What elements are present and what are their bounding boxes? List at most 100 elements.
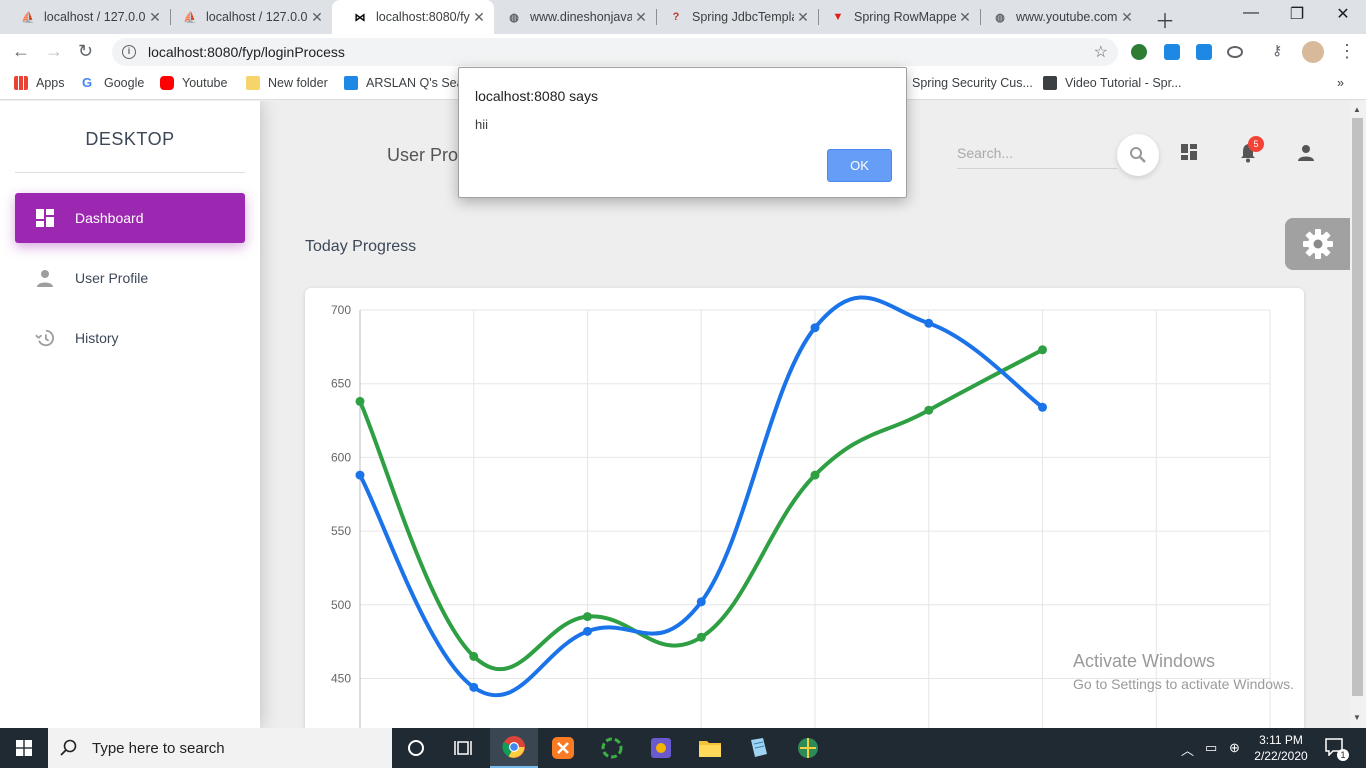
- key-icon[interactable]: ⚷: [1272, 42, 1288, 58]
- tab-title: localhost:8080/fyp: [376, 10, 470, 24]
- bookmark-star-icon[interactable]: ☆: [1094, 42, 1108, 62]
- chrome-taskbar-icon[interactable]: [490, 728, 538, 768]
- browser-toolbar: ← → ↻ i localhost:8080/fyp/loginProcess …: [0, 34, 1366, 70]
- address-bar[interactable]: i localhost:8080/fyp/loginProcess ☆: [112, 38, 1118, 66]
- sidebar-item-dashboard[interactable]: Dashboard: [15, 193, 245, 243]
- back-icon[interactable]: ←: [12, 41, 30, 62]
- dashboard-icon: [35, 208, 55, 228]
- extension-copy-icon[interactable]: [1164, 44, 1180, 60]
- alert-message: hii: [475, 117, 489, 132]
- minimize-icon[interactable]: —: [1236, 4, 1266, 22]
- bookmark-google[interactable]: G Google: [82, 76, 144, 91]
- windows-logo-icon: [16, 740, 32, 756]
- tray-chevron-icon[interactable]: ︿: [1181, 740, 1194, 759]
- data-point: [1038, 345, 1047, 355]
- tab-title: localhost / 127.0.0: [44, 10, 146, 24]
- tab-title: Spring JdbcTempla: [692, 10, 794, 24]
- data-point: [924, 318, 934, 328]
- bookmark-arslan[interactable]: ARSLAN Q's Sear: [344, 76, 468, 90]
- y-tick-label: 650: [331, 377, 351, 391]
- data-point: [469, 682, 479, 692]
- scroll-up-icon[interactable]: ▲: [1353, 105, 1361, 114]
- question-icon: ?: [672, 11, 680, 23]
- dashboard-grid-icon[interactable]: [1178, 141, 1202, 165]
- data-point: [696, 597, 706, 607]
- alert-ok-button[interactable]: OK: [827, 149, 892, 182]
- bookmark-video-tutorial[interactable]: Video Tutorial - Spr...: [1043, 76, 1182, 90]
- history-icon: [35, 328, 55, 348]
- notepad-icon[interactable]: [735, 728, 783, 768]
- restore-icon[interactable]: ❐: [1282, 4, 1312, 24]
- browser-tab[interactable]: ⛵ localhost / 127.0.0 ✕: [0, 0, 170, 34]
- bookmark-youtube[interactable]: Youtube: [160, 76, 227, 90]
- action-center-badge: 1: [1337, 749, 1349, 761]
- watermark-line1: Activate Windows: [1073, 651, 1216, 671]
- cortana-icon[interactable]: [392, 728, 440, 768]
- scroll-down-icon[interactable]: ▼: [1353, 713, 1361, 722]
- data-point: [810, 470, 820, 480]
- bookmark-folder[interactable]: New folder: [246, 76, 328, 90]
- extension-download-icon[interactable]: [1196, 44, 1212, 60]
- close-tab-icon[interactable]: ✕: [308, 9, 326, 26]
- sidebar-item-user-profile[interactable]: User Profile: [15, 253, 245, 303]
- browser-tab-active[interactable]: ⋈ localhost:8080/fyp ✕: [332, 0, 494, 34]
- scroll-thumb[interactable]: [1352, 118, 1363, 696]
- browser-tab[interactable]: ◍ www.dineshonjava ✕: [486, 0, 656, 34]
- alert-dialog: localhost:8080 says hii OK: [458, 67, 907, 198]
- bookmark-apps[interactable]: Apps: [14, 76, 65, 90]
- tab-title: www.dineshonjava: [530, 10, 632, 24]
- game-app-icon[interactable]: [637, 728, 685, 768]
- reload-icon[interactable]: ↻: [78, 41, 93, 62]
- bookmarks-overflow-icon[interactable]: »: [1337, 76, 1344, 90]
- start-button[interactable]: [0, 728, 48, 768]
- y-tick-label: 500: [331, 598, 351, 612]
- data-point: [810, 323, 820, 333]
- profile-avatar[interactable]: [1302, 41, 1324, 63]
- info-icon[interactable]: i: [122, 45, 136, 59]
- search-button[interactable]: [1117, 134, 1159, 176]
- watermark-line2: Go to Settings to activate Windows.: [1073, 676, 1294, 692]
- brand-logo-text[interactable]: DESKTOP: [15, 129, 245, 150]
- close-tab-icon[interactable]: ✕: [1118, 9, 1136, 26]
- bookmark-label: Video Tutorial - Spr...: [1065, 76, 1182, 90]
- data-point: [696, 632, 706, 642]
- browser-tab[interactable]: ◍ www.youtube.com ✕: [972, 0, 1142, 34]
- page-scrollbar[interactable]: ▲ ▼: [1350, 101, 1366, 728]
- account-icon[interactable]: [1294, 141, 1318, 165]
- extension-globe-icon[interactable]: [1131, 44, 1147, 60]
- settings-fixed-plugin[interactable]: [1285, 218, 1351, 270]
- y-tick-label: 450: [331, 672, 351, 686]
- search-input[interactable]: [957, 139, 1117, 167]
- globe-icon: ◍: [509, 11, 519, 24]
- section-title: Today Progress: [305, 238, 417, 255]
- task-view-icon[interactable]: [440, 728, 488, 768]
- close-window-icon[interactable]: ✕: [1328, 4, 1358, 24]
- taskbar-clock[interactable]: 3:11 PM 2/22/2020: [1251, 732, 1311, 764]
- data-point: [469, 651, 479, 661]
- browser-tab[interactable]: ⛵ localhost / 127.0.0 ✕: [162, 0, 332, 34]
- sync-app-icon[interactable]: [588, 728, 636, 768]
- menu-kebab-icon[interactable]: ⋮: [1338, 41, 1356, 62]
- battery-icon[interactable]: ▭: [1205, 740, 1217, 756]
- sidebar-item-label: History: [75, 330, 119, 346]
- new-tab-icon[interactable]: ＋: [1155, 5, 1175, 34]
- extension-eye-icon[interactable]: [1227, 46, 1243, 58]
- page-title: User Prof: [387, 145, 464, 165]
- sidebar-item-history[interactable]: History: [15, 313, 245, 363]
- browser-tab[interactable]: ▼ Spring RowMappe ✕: [810, 0, 980, 34]
- forward-icon[interactable]: →: [45, 41, 63, 62]
- browser-tab[interactable]: ? Spring JdbcTempla ✕: [648, 0, 818, 34]
- data-point: [355, 396, 365, 406]
- bookmark-label: New folder: [268, 76, 328, 90]
- taskbar-search-box[interactable]: Type here to search: [48, 728, 392, 768]
- tab-title: www.youtube.com: [1016, 10, 1118, 24]
- y-tick-label: 550: [331, 524, 351, 538]
- phpmyadmin-icon: ⛵: [183, 11, 197, 24]
- bookmark-spring-security[interactable]: Spring Security Cus...: [912, 76, 1033, 90]
- tab-title: Spring RowMappe: [854, 10, 956, 24]
- data-point: [355, 470, 365, 480]
- file-explorer-icon[interactable]: [686, 728, 734, 768]
- xampp-icon[interactable]: [539, 728, 587, 768]
- network-app-icon[interactable]: [784, 728, 832, 768]
- language-globe-icon[interactable]: ⊕: [1229, 740, 1240, 756]
